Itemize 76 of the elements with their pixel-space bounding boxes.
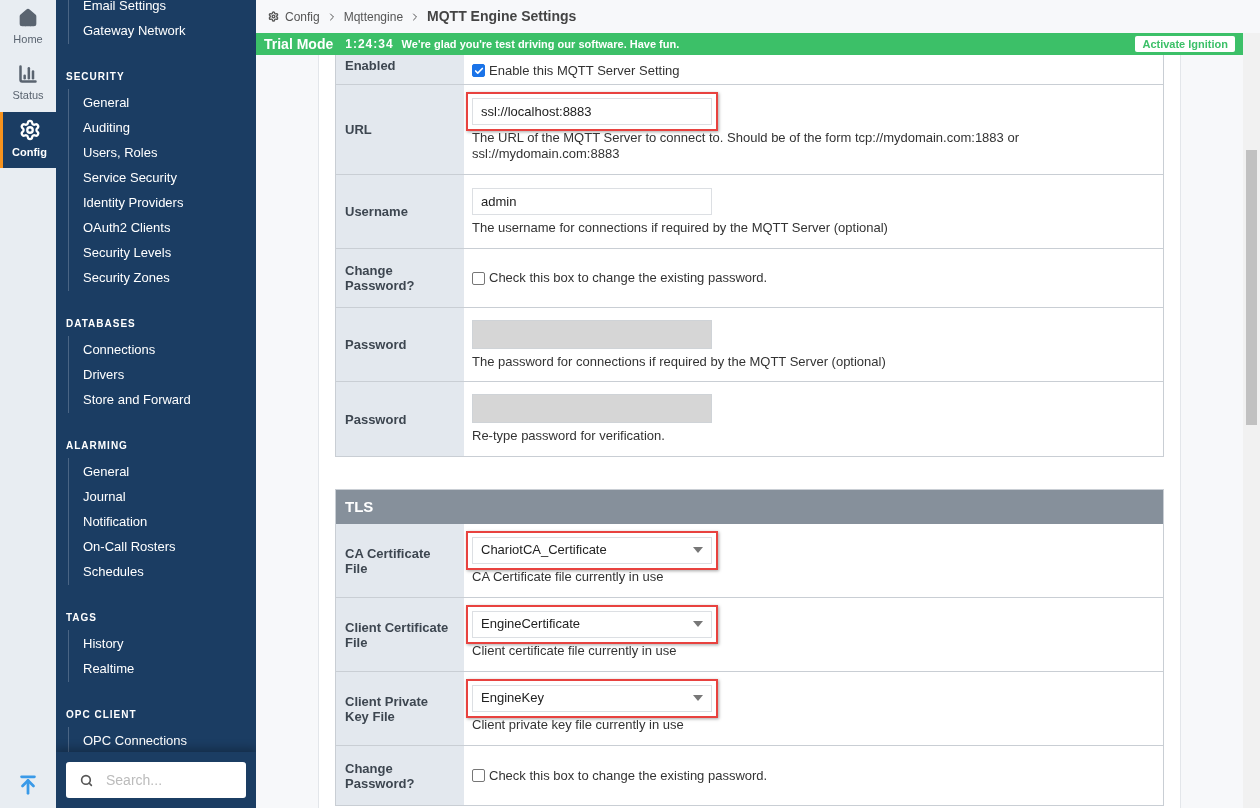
dropdown[interactable]: EngineCertificate (472, 610, 712, 638)
sidebar-item[interactable]: Email Settings (69, 0, 256, 18)
sidebar-item[interactable]: Security Levels (69, 240, 256, 265)
section-header: TLS (336, 490, 1163, 524)
sidebar-item[interactable]: On-Call Rosters (69, 534, 256, 559)
sidebar-item[interactable]: Schedules (69, 559, 256, 584)
caret-icon (693, 547, 703, 553)
sidebar-item[interactable]: General (69, 90, 256, 115)
help-text: The username for connections if required by the MQTT Server (optional) (472, 219, 888, 236)
sidebar-item[interactable]: Service Security (69, 165, 256, 190)
sidebar-item[interactable]: Store and Forward (69, 387, 256, 412)
field-label: CA Certificate File (345, 545, 432, 576)
sidebar-item[interactable]: Connections (69, 337, 256, 362)
help-text: CA Certificate file currently in use (472, 568, 665, 585)
search-field[interactable]: Search... (66, 762, 246, 798)
help-text: The password for connections if required by the MQTT Server (optional) (472, 353, 886, 370)
sidebar-item[interactable]: OPC Connections (69, 728, 256, 753)
field-label: Client Private Key File (345, 693, 430, 724)
field-label: Username (345, 204, 408, 219)
field-label: Enabled (345, 58, 396, 73)
sidebar-item[interactable]: Realtime (69, 656, 256, 681)
checkbox-label: Enable this MQTT Server Setting (489, 62, 680, 80)
text-field[interactable]: admin (472, 187, 712, 215)
trial-title: Trial Mode (264, 34, 334, 54)
sidebar-item[interactable]: Users, Roles (69, 140, 256, 165)
field-label: Change Password? (345, 760, 416, 791)
bar-chart-icon (18, 64, 38, 85)
sidebar-item[interactable]: Auditing (69, 115, 256, 140)
dropdown[interactable]: EngineKey (472, 684, 712, 712)
home-icon (18, 8, 38, 29)
field-label: Password (345, 411, 407, 427)
nav-rail-item[interactable]: Status (0, 56, 56, 112)
text-field[interactable]: ssl://localhost:8883 (472, 97, 712, 125)
nav-rail-item[interactable]: Home (0, 0, 56, 56)
sidebar-item[interactable]: OAuth2 Clients (69, 215, 256, 240)
sidebar-item[interactable]: Journal (69, 484, 256, 509)
help-text: The URL of the MQTT Server to connect to. Should be of the form tcp://mydomain.com:1883 or ssl://mydomain.com:8883 (472, 129, 1020, 162)
sidebar-item[interactable]: History (69, 631, 256, 656)
help-text: Client private key file currently in use (472, 716, 685, 733)
settings-icon (268, 11, 279, 22)
checkbox[interactable] (472, 769, 485, 782)
caret-icon (693, 621, 703, 627)
checkbox-label: Check this box to change the existing password. (489, 269, 768, 288)
scroll-top-icon[interactable] (17, 774, 39, 796)
section-heading: ALARMING (65, 439, 129, 453)
checkbox[interactable] (472, 64, 485, 78)
scrollbar-thumb[interactable] (1246, 150, 1257, 425)
checkbox-label: Check this box to change the existing password. (489, 766, 768, 785)
nav-rail-item[interactable]: Config (0, 112, 56, 168)
breadcrumb-item[interactable]: Mqttengine (343, 7, 404, 26)
field-label: Client Certificate File (345, 619, 450, 650)
section-heading: TAGS (65, 611, 99, 625)
caret-icon (693, 695, 703, 701)
field-label: Change Password? (345, 263, 416, 293)
field-label: Password (345, 337, 407, 352)
trial-message: We're glad you're test driving our software. Have fun. (401, 36, 680, 52)
sidebar-item[interactable]: Notification (69, 509, 256, 534)
section-heading: SECURITY (65, 70, 126, 84)
search-icon (80, 774, 93, 787)
section-heading: DATABASES (65, 317, 137, 331)
breadcrumb-item[interactable]: Config (285, 7, 320, 26)
field-label: URL (345, 122, 372, 137)
breadcrumb-item: MQTT Engine Settings (427, 7, 577, 26)
sidebar-item[interactable]: Drivers (69, 362, 256, 387)
dropdown[interactable]: ChariotCA_Certificate (472, 536, 712, 564)
help-text: Client certificate file currently in use (472, 642, 678, 659)
sidebar-item[interactable]: General (69, 459, 256, 484)
sidebar-item[interactable]: Gateway Network (69, 18, 256, 43)
sidebar-item[interactable]: Identity Providers (69, 190, 256, 215)
sidebar-item[interactable]: Security Zones (69, 265, 256, 290)
help-text: Re-type password for verification. (472, 428, 666, 444)
checkbox[interactable] (472, 271, 485, 285)
scrollbar[interactable] (1243, 33, 1260, 808)
section-heading: OPC CLIENT (65, 708, 138, 722)
settings-icon (18, 119, 41, 142)
trial-timer: 1:24:34 (345, 36, 394, 53)
